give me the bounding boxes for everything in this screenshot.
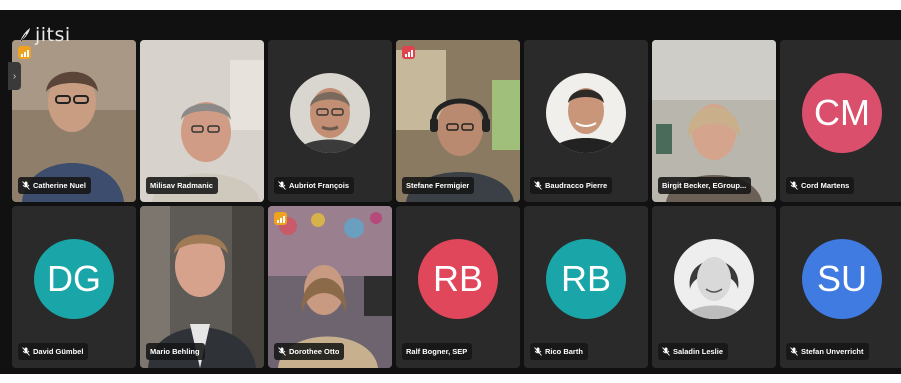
participant-tile-stefane-fermigier[interactable]: Stefane Fermigier — [396, 40, 520, 202]
connection-quality-indicator[interactable] — [18, 46, 31, 59]
participant-avatar: CM — [802, 73, 882, 153]
jitsi-leaf-icon — [20, 28, 30, 42]
participant-name: Saladin Leslie — [673, 347, 724, 356]
participant-tile-baudracco-pierre[interactable]: Baudracco Pierre — [524, 40, 648, 202]
mic-muted-icon — [534, 347, 542, 356]
brand-name: jitsi — [35, 24, 71, 46]
avatar-initials: RB — [432, 258, 483, 299]
participant-tile-dorothee-otto[interactable]: Dorothee Otto — [268, 206, 392, 368]
participant-avatar — [290, 73, 370, 153]
conference-stage: jitsi › Catherine Nuel Milisav Radmanic … — [0, 10, 901, 374]
connection-quality-indicator[interactable] — [402, 46, 415, 59]
participant-nameplate: Cord Martens — [786, 177, 855, 194]
participant-nameplate: Milisav Radmanic — [146, 177, 218, 194]
participant-name: Rico Barth — [545, 347, 583, 356]
participant-nameplate: David Gümbel — [18, 343, 89, 360]
participant-tile-milisav-radmanic[interactable]: Milisav Radmanic — [140, 40, 264, 202]
participant-tile-aubriot-francois[interactable]: Aubriot François — [268, 40, 392, 202]
participant-name: David Gümbel — [33, 347, 84, 356]
participant-nameplate: Catherine Nuel — [18, 177, 91, 194]
participant-nameplate: Dorothee Otto — [274, 343, 345, 360]
participant-avatar — [546, 73, 626, 153]
avatar-initials: RB — [560, 258, 611, 299]
participant-tile-ralf-bogner[interactable]: RB Ralf Bogner, SEP — [396, 206, 520, 368]
participant-tile-stefan-unverricht[interactable]: SU Stefan Unverricht — [780, 206, 901, 368]
participant-name: Aubriot François — [289, 181, 350, 190]
participant-avatar: RB — [546, 239, 626, 319]
participant-name: Mario Behling — [150, 347, 200, 356]
participant-tile-cord-martens[interactable]: CM Cord Martens — [780, 40, 901, 202]
participant-tile-david-gumbel[interactable]: DG David Gümbel — [12, 206, 136, 368]
participant-name: Stefane Fermigier — [406, 181, 470, 190]
participant-tile-catherine-nuel[interactable]: Catherine Nuel — [12, 40, 136, 202]
mic-muted-icon — [22, 347, 30, 356]
avatar-initials: CM — [814, 92, 870, 133]
mic-muted-icon — [790, 181, 798, 190]
participant-nameplate: Saladin Leslie — [658, 343, 729, 360]
participant-nameplate: Rico Barth — [530, 343, 588, 360]
avatar-initials: DG — [47, 258, 101, 299]
participant-tile-mario-behling[interactable]: Mario Behling — [140, 206, 264, 368]
mic-muted-icon — [278, 347, 286, 356]
participant-name: Milisav Radmanic — [150, 181, 213, 190]
participant-avatar: DG — [34, 239, 114, 319]
participant-name: Catherine Nuel — [33, 181, 86, 190]
mic-muted-icon — [278, 181, 286, 190]
participant-nameplate: Aubriot François — [274, 177, 355, 194]
mic-muted-icon — [534, 181, 542, 190]
participant-avatar — [674, 239, 754, 319]
participant-tile-birgit-becker[interactable]: Birgit Becker, EGroup... — [652, 40, 776, 202]
toggle-filmstrip-button[interactable]: › — [8, 62, 21, 90]
participant-name: Cord Martens — [801, 181, 850, 190]
participant-tile-rico-barth[interactable]: RB Rico Barth — [524, 206, 648, 368]
participant-nameplate: Stefan Unverricht — [786, 343, 869, 360]
participant-name: Stefan Unverricht — [801, 347, 864, 356]
connection-quality-indicator[interactable] — [274, 212, 287, 225]
participant-name: Baudracco Pierre — [545, 181, 608, 190]
participant-nameplate: Stefane Fermigier — [402, 177, 475, 194]
participant-name: Dorothee Otto — [289, 347, 340, 356]
participant-nameplate: Ralf Bogner, SEP — [402, 343, 473, 360]
mic-muted-icon — [662, 347, 670, 356]
jitsi-logo: jitsi — [18, 24, 71, 46]
participant-name: Birgit Becker, EGroup... — [662, 181, 747, 190]
participant-nameplate: Mario Behling — [146, 343, 205, 360]
participant-avatar: SU — [802, 239, 882, 319]
participant-name: Ralf Bogner, SEP — [406, 347, 468, 356]
mic-muted-icon — [790, 347, 798, 356]
participant-avatar: RB — [418, 239, 498, 319]
mic-muted-icon — [22, 181, 30, 190]
avatar-initials: SU — [816, 258, 867, 299]
participant-nameplate: Birgit Becker, EGroup... — [658, 177, 752, 194]
participant-tile-saladin-leslie[interactable]: Saladin Leslie — [652, 206, 776, 368]
participant-nameplate: Baudracco Pierre — [530, 177, 613, 194]
